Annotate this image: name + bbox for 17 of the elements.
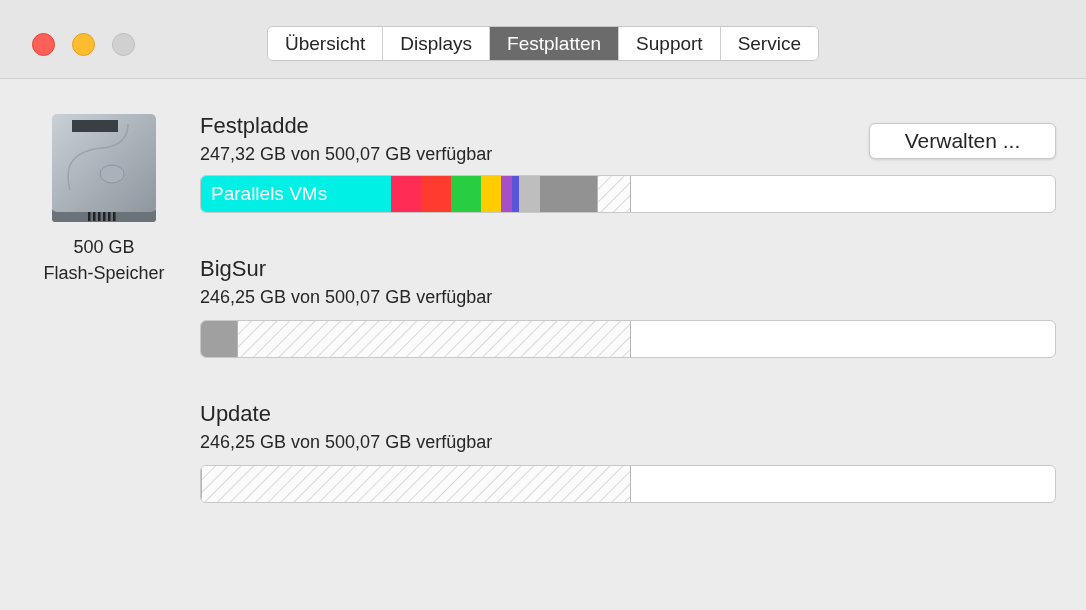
volume-available: 246,25 GB von 500,07 GB verfügbar <box>200 286 493 309</box>
volume-name: Festpladde <box>200 112 310 140</box>
zoom-button[interactable] <box>112 33 135 56</box>
volume-name: BigSur <box>200 255 268 283</box>
hard-drive-icon <box>50 112 158 224</box>
volume-available: 247,32 GB von 500,07 GB verfügbar <box>200 143 493 166</box>
purgeable-segment <box>597 176 632 212</box>
device-size: 500 GB <box>73 236 135 259</box>
volume-available: 246,25 GB von 500,07 GB verfügbar <box>200 431 493 454</box>
tab[interactable]: Service <box>719 27 818 60</box>
segment-label: Parallels VMs <box>210 181 328 206</box>
volume-name: Update <box>200 400 272 428</box>
device-type: Flash-Speicher <box>43 262 165 285</box>
minimize-button[interactable] <box>72 33 95 56</box>
tab[interactable]: Festplatten <box>489 27 619 60</box>
manage-button[interactable]: Verwalten ... <box>869 123 1056 159</box>
close-button[interactable] <box>32 33 55 56</box>
